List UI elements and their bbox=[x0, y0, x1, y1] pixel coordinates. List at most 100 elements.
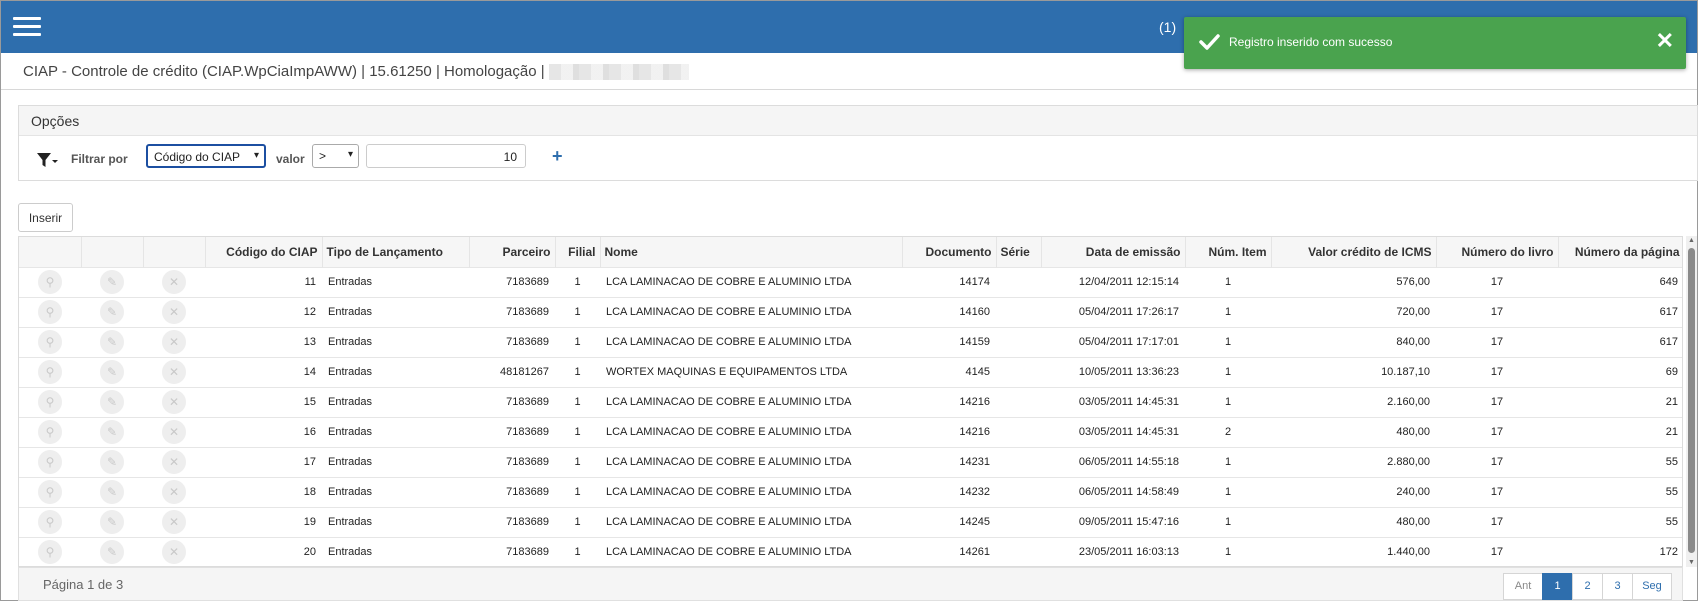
cell-item: 1 bbox=[1185, 536, 1271, 566]
cell-codigo: 11 bbox=[205, 266, 322, 297]
delete-icon[interactable]: ✕ bbox=[162, 360, 186, 384]
delete-cell: ✕ bbox=[143, 476, 205, 507]
options-title: Opções bbox=[19, 106, 1697, 136]
table-row[interactable]: ⚲ ✎ ✕ 15 Entradas 7183689 1 LCA LAMINACAO DE CO… bbox=[19, 386, 1682, 417]
view-icon[interactable]: ⚲ bbox=[38, 540, 62, 565]
scroll-up-icon[interactable]: ▲ bbox=[1688, 237, 1695, 244]
delete-icon[interactable]: ✕ bbox=[162, 420, 186, 444]
cell-livro: 17 bbox=[1436, 506, 1558, 537]
col-header[interactable]: Filial bbox=[555, 237, 601, 267]
filter-field-select[interactable]: Código do CIAP ▾ bbox=[146, 144, 266, 168]
scrollbar-thumb[interactable] bbox=[1688, 248, 1695, 553]
view-icon[interactable]: ⚲ bbox=[38, 300, 62, 324]
table-row[interactable]: ⚲ ✎ ✕ 11 Entradas 7183689 1 LCA LAMINACAO DE CO… bbox=[19, 266, 1682, 297]
scroll-down-icon[interactable]: ▼ bbox=[1688, 559, 1695, 566]
delete-icon[interactable]: ✕ bbox=[162, 540, 186, 565]
cell-pagina: 617 bbox=[1558, 326, 1682, 357]
col-header[interactable]: Número da página bbox=[1558, 237, 1682, 267]
prev-page-button[interactable]: Ant bbox=[1503, 573, 1543, 600]
cell-pagina: 172 bbox=[1558, 536, 1682, 566]
col-header[interactable]: Tipo de Lançamento bbox=[322, 237, 470, 267]
view-icon[interactable]: ⚲ bbox=[38, 360, 62, 384]
col-header[interactable]: Série bbox=[996, 237, 1042, 267]
notification-count[interactable]: (1) bbox=[1159, 19, 1176, 35]
page-2-button[interactable]: 2 bbox=[1572, 573, 1603, 600]
view-icon[interactable]: ⚲ bbox=[38, 510, 62, 534]
edit-icon[interactable]: ✎ bbox=[100, 450, 124, 474]
cell-codigo: 19 bbox=[205, 506, 322, 537]
cell-serie bbox=[996, 356, 1041, 387]
cell-codigo: 13 bbox=[205, 326, 322, 357]
delete-icon[interactable]: ✕ bbox=[162, 390, 186, 414]
view-icon[interactable]: ⚲ bbox=[38, 270, 62, 294]
col-header[interactable]: Data de emissão bbox=[1041, 237, 1186, 267]
edit-icon[interactable]: ✎ bbox=[100, 300, 124, 324]
delete-icon[interactable]: ✕ bbox=[162, 510, 186, 534]
cell-filial: 1 bbox=[555, 296, 600, 327]
col-header[interactable]: Valor crédito de ICMS bbox=[1271, 237, 1437, 267]
cell-filial: 1 bbox=[555, 416, 600, 447]
edit-cell: ✎ bbox=[81, 296, 143, 327]
col-header[interactable]: Número do livro bbox=[1436, 237, 1559, 267]
table-row[interactable]: ⚲ ✎ ✕ 19 Entradas 7183689 1 LCA LAMINACAO DE CO… bbox=[19, 506, 1682, 537]
cell-documento: 14232 bbox=[902, 476, 996, 507]
table-row[interactable]: ⚲ ✎ ✕ 12 Entradas 7183689 1 LCA LAMINACAO DE CO… bbox=[19, 296, 1682, 327]
cell-filial: 1 bbox=[555, 266, 600, 297]
edit-cell: ✎ bbox=[81, 446, 143, 477]
edit-cell: ✎ bbox=[81, 536, 143, 566]
cell-serie bbox=[996, 266, 1041, 297]
cell-data: 10/05/2011 13:36:23 bbox=[1041, 356, 1185, 387]
cell-livro: 17 bbox=[1436, 266, 1558, 297]
col-header[interactable]: Núm. Item bbox=[1185, 237, 1272, 267]
cell-data: 05/04/2011 17:17:01 bbox=[1041, 326, 1185, 357]
insert-button[interactable]: Inserir bbox=[18, 203, 73, 232]
col-header[interactable]: Nome bbox=[600, 237, 903, 267]
menu-icon[interactable] bbox=[13, 17, 41, 37]
cell-item: 1 bbox=[1185, 326, 1271, 357]
grid-scrollbar[interactable]: ▲ ▼ bbox=[1686, 236, 1697, 567]
edit-icon[interactable]: ✎ bbox=[100, 390, 124, 414]
delete-icon[interactable]: ✕ bbox=[162, 270, 186, 294]
add-filter-button[interactable]: + bbox=[552, 146, 563, 167]
col-header[interactable]: Parceiro bbox=[469, 237, 556, 267]
pagination: Ant 1 2 3 Seg bbox=[1503, 573, 1672, 600]
view-icon[interactable]: ⚲ bbox=[38, 420, 62, 444]
page-1-button[interactable]: 1 bbox=[1542, 573, 1573, 600]
view-icon[interactable]: ⚲ bbox=[38, 480, 62, 504]
cell-item: 2 bbox=[1185, 416, 1271, 447]
table-row[interactable]: ⚲ ✎ ✕ 18 Entradas 7183689 1 LCA LAMINACAO DE CO… bbox=[19, 476, 1682, 507]
next-page-button[interactable]: Seg bbox=[1632, 573, 1672, 600]
col-header[interactable]: Código do CIAP bbox=[205, 237, 323, 267]
table-row[interactable]: ⚲ ✎ ✕ 14 Entradas 48181267 1 WORTEX MAQUINAS E … bbox=[19, 356, 1682, 387]
view-icon[interactable]: ⚲ bbox=[38, 330, 62, 354]
cell-parceiro: 48181267 bbox=[469, 356, 555, 387]
view-icon[interactable]: ⚲ bbox=[38, 450, 62, 474]
view-icon[interactable]: ⚲ bbox=[38, 390, 62, 414]
edit-icon[interactable]: ✎ bbox=[100, 540, 124, 565]
col-header[interactable]: Documento bbox=[902, 237, 997, 267]
cell-nome: LCA LAMINACAO DE COBRE E ALUMINIO LTDA bbox=[600, 476, 902, 507]
edit-icon[interactable]: ✎ bbox=[100, 510, 124, 534]
edit-icon[interactable]: ✎ bbox=[100, 360, 124, 384]
table-row[interactable]: ⚲ ✎ ✕ 20 Entradas 7183689 1 LCA LAMINACAO DE CO… bbox=[19, 536, 1682, 566]
edit-icon[interactable]: ✎ bbox=[100, 420, 124, 444]
table-row[interactable]: ⚲ ✎ ✕ 16 Entradas 7183689 1 LCA LAMINACAO DE CO… bbox=[19, 416, 1682, 447]
cell-pagina: 21 bbox=[1558, 386, 1682, 417]
filter-icon[interactable] bbox=[36, 151, 58, 169]
edit-icon[interactable]: ✎ bbox=[100, 330, 124, 354]
delete-icon[interactable]: ✕ bbox=[162, 450, 186, 474]
delete-icon[interactable]: ✕ bbox=[162, 480, 186, 504]
delete-cell: ✕ bbox=[143, 386, 205, 417]
table-row[interactable]: ⚲ ✎ ✕ 17 Entradas 7183689 1 LCA LAMINACAO DE CO… bbox=[19, 446, 1682, 477]
operator-select[interactable]: > ▾ bbox=[312, 144, 359, 168]
delete-icon[interactable]: ✕ bbox=[162, 300, 186, 324]
delete-icon[interactable]: ✕ bbox=[162, 330, 186, 354]
edit-icon[interactable]: ✎ bbox=[100, 480, 124, 504]
edit-icon[interactable]: ✎ bbox=[100, 270, 124, 294]
close-icon[interactable]: ✕ bbox=[1656, 29, 1674, 53]
cell-documento: 14159 bbox=[902, 326, 996, 357]
filter-value-input[interactable]: 10 bbox=[366, 144, 526, 168]
page-info: Página 1 de 3 bbox=[43, 577, 124, 592]
page-3-button[interactable]: 3 bbox=[1602, 573, 1633, 600]
table-row[interactable]: ⚲ ✎ ✕ 13 Entradas 7183689 1 LCA LAMINACAO DE CO… bbox=[19, 326, 1682, 357]
